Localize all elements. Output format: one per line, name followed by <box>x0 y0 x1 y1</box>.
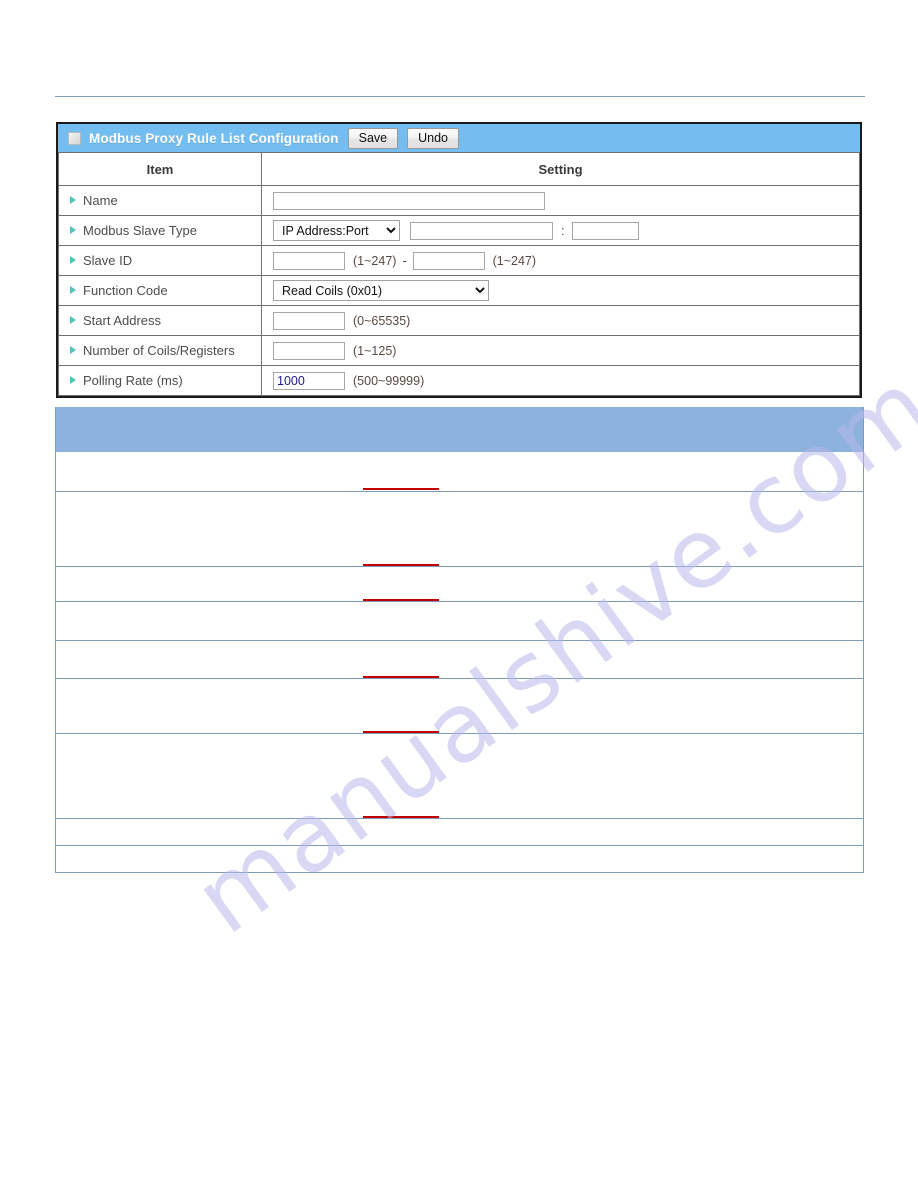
config-grid: Item Setting Name Modbus Slave Type IP A… <box>58 152 860 396</box>
item-label: Modbus Slave Type <box>83 223 197 238</box>
label-cell-name: Name <box>58 185 262 216</box>
slave-id-to-hint: (1~247) <box>492 253 537 268</box>
number-of-coils-registers-hint: (1~125) <box>353 343 397 358</box>
undo-button[interactable]: Undo <box>407 127 459 149</box>
redacted-underline-mark <box>363 488 439 490</box>
slave-id-from-input[interactable] <box>273 251 345 270</box>
panel-header: Modbus Proxy Rule List Configuration Sav… <box>58 124 860 152</box>
description-row <box>56 640 863 678</box>
ip-port-separator: : <box>561 223 565 238</box>
setting-cell-start-address: (0~65535) <box>261 305 860 336</box>
row-function-code: Function Code Read Coils (0x01) <box>58 275 860 306</box>
modbus-proxy-rule-config-panel: Modbus Proxy Rule List Configuration Sav… <box>56 122 862 398</box>
slave-ip-address-input[interactable] <box>410 221 553 240</box>
description-table-body <box>56 452 863 872</box>
rule-description-table <box>55 407 864 873</box>
description-row <box>56 491 863 566</box>
slave-id-from-hint: (1~247) <box>353 253 397 268</box>
save-button[interactable]: Save <box>347 127 399 149</box>
description-row <box>56 818 863 845</box>
description-row <box>56 733 863 818</box>
bullet-arrow-icon <box>70 346 76 354</box>
bullet-arrow-icon <box>70 196 76 204</box>
description-table-header <box>56 407 863 452</box>
label-cell-slave-id: Slave ID <box>58 245 262 276</box>
setting-cell-slave-id: (1~247) - (1~247) <box>261 245 860 276</box>
panel-title: Modbus Proxy Rule List Configuration <box>89 130 339 146</box>
slave-port-input[interactable] <box>572 221 640 240</box>
setting-cell-polling-rate: (500~99999) <box>261 365 860 396</box>
row-name: Name <box>58 185 860 216</box>
item-label: Start Address <box>83 313 162 328</box>
label-cell-function-code: Function Code <box>58 275 262 306</box>
name-input[interactable] <box>273 191 545 210</box>
item-label: Number of Coils/Registers <box>83 343 235 358</box>
bullet-arrow-icon <box>70 286 76 294</box>
description-row <box>56 601 863 640</box>
setting-cell-name <box>261 185 860 216</box>
description-row <box>56 845 863 872</box>
setting-cell-function-code: Read Coils (0x01) <box>261 275 860 306</box>
label-cell-number-of-coils-registers: Number of Coils/Registers <box>58 335 262 366</box>
setting-cell-modbus-slave-type: IP Address:Port : <box>261 215 860 246</box>
bullet-arrow-icon <box>70 226 76 234</box>
page-divider-rule <box>55 96 865 97</box>
row-modbus-slave-type: Modbus Slave Type IP Address:Port : <box>58 215 860 246</box>
slave-id-range-dash: - <box>402 253 407 268</box>
bullet-arrow-icon <box>70 256 76 264</box>
modbus-slave-type-select[interactable]: IP Address:Port <box>273 220 400 241</box>
table-header-row: Item Setting <box>58 152 860 186</box>
item-label: Name <box>83 193 118 208</box>
item-label: Polling Rate (ms) <box>83 373 183 388</box>
start-address-hint: (0~65535) <box>353 313 411 328</box>
description-row <box>56 678 863 733</box>
polling-rate-input[interactable] <box>273 371 345 390</box>
item-label: Slave ID <box>83 253 133 268</box>
label-cell-polling-rate: Polling Rate (ms) <box>58 365 262 396</box>
row-slave-id: Slave ID (1~247) - (1~247) <box>58 245 860 276</box>
description-row <box>56 452 863 491</box>
description-row <box>56 566 863 601</box>
slave-id-to-input[interactable] <box>412 251 485 270</box>
column-header-item: Item <box>58 152 262 186</box>
row-polling-rate: Polling Rate (ms) (500~99999) <box>58 365 860 396</box>
row-start-address: Start Address (0~65535) <box>58 305 860 336</box>
polling-rate-hint: (500~99999) <box>353 373 425 388</box>
item-label: Function Code <box>83 283 168 298</box>
bullet-arrow-icon <box>70 316 76 324</box>
start-address-input[interactable] <box>273 311 345 330</box>
label-cell-modbus-slave-type: Modbus Slave Type <box>58 215 262 246</box>
bullet-arrow-icon <box>70 376 76 384</box>
number-of-coils-registers-input[interactable] <box>273 341 345 360</box>
setting-cell-number-of-coils-registers: (1~125) <box>261 335 860 366</box>
label-cell-start-address: Start Address <box>58 305 262 336</box>
collapse-box-icon[interactable] <box>68 131 81 145</box>
function-code-select[interactable]: Read Coils (0x01) <box>273 280 489 301</box>
column-header-setting: Setting <box>261 152 860 186</box>
row-number-of-coils-registers: Number of Coils/Registers (1~125) <box>58 335 860 366</box>
